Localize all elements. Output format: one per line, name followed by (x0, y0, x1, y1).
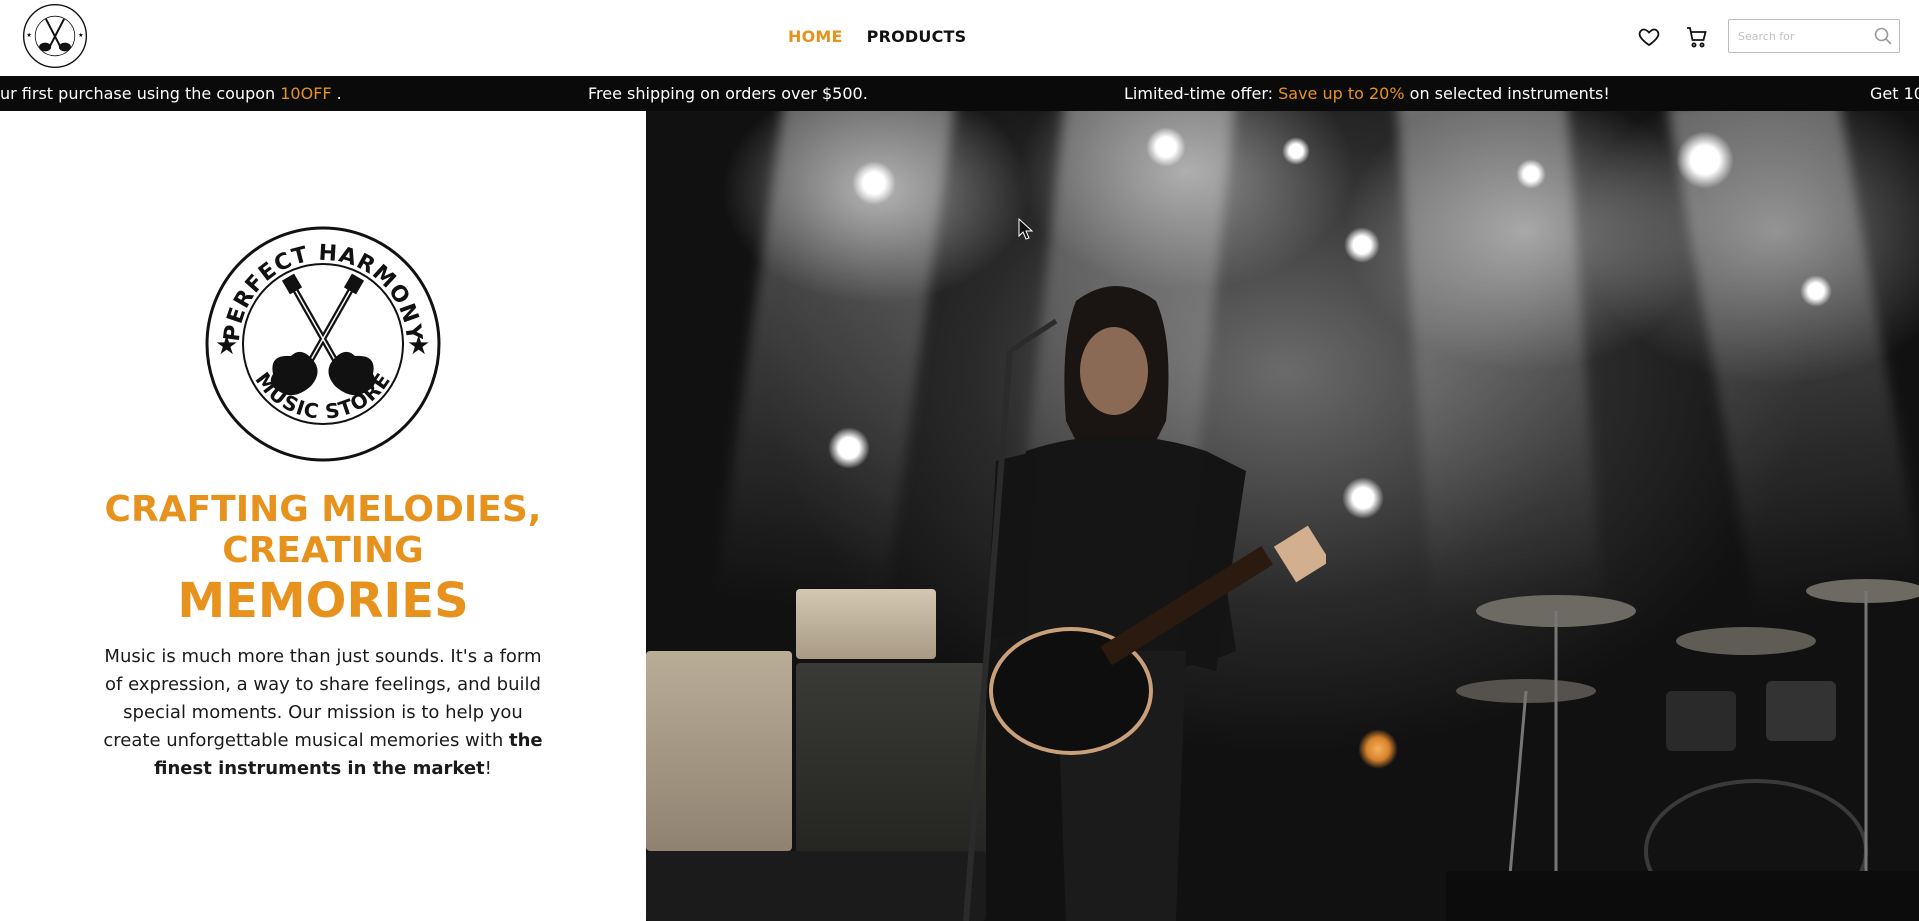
stage-spotlight (852, 161, 896, 205)
search-icon (1874, 27, 1892, 45)
stage-spotlight (1344, 227, 1380, 263)
svg-text:★: ★ (78, 32, 84, 39)
promo-offer-suffix: on selected instruments! (1409, 84, 1610, 103)
hero-description-text: Music is much more than just sounds. It'… (103, 646, 542, 751)
wishlist-button[interactable] (1637, 25, 1661, 49)
svg-text:★: ★ (215, 331, 238, 361)
mouse-cursor-icon (1018, 218, 1034, 240)
search-box (1728, 19, 1900, 53)
headline-line-2: CREATING (222, 530, 424, 572)
promo-coupon-code: 10OFF (280, 84, 332, 103)
stage-spotlight (1358, 729, 1398, 769)
stage-spotlight (1146, 127, 1186, 167)
guitarist-performer (963, 286, 1326, 921)
hero-concert-image (646, 111, 1919, 921)
hero-text-panel: PERFECT HARMONY MUSIC STORE ★ ★ CRAFTING… (0, 111, 646, 921)
cart-button[interactable] (1685, 25, 1709, 49)
store-logo-large: PERFECT HARMONY MUSIC STORE ★ ★ (205, 226, 441, 462)
heart-icon (1638, 28, 1660, 47)
stage-spotlight (1800, 275, 1832, 307)
hero-headline: CRAFTING MELODIES, CREATING MEMORIES (70, 489, 576, 629)
stage-spotlight (1282, 137, 1310, 165)
header-actions (1637, 23, 1709, 51)
promo-coupon-text: ur first purchase using the coupon (0, 84, 281, 103)
promo-shipping: Free shipping on orders over $500. (588, 84, 868, 103)
search-button[interactable] (1873, 26, 1893, 46)
headline-line-3: MEMORIES (177, 572, 469, 629)
nav-home[interactable]: HOME (788, 27, 843, 46)
drum-kit (1446, 579, 1919, 921)
stage-spotlight (1676, 131, 1734, 189)
amplifier (646, 651, 792, 851)
promo-offer: Limited-time offer: Save up to 20% on se… (1124, 84, 1610, 103)
promo-offer-highlight: Save up to 20% (1278, 84, 1405, 103)
promo-offer-prefix: Limited-time offer: (1124, 84, 1279, 103)
stage-spotlight (828, 427, 870, 469)
promo-next: Get 10 (1870, 84, 1919, 103)
promo-ticker: ur first purchase using the coupon 10OFF… (0, 76, 1919, 111)
hero-description-end: ! (484, 758, 492, 779)
promo-coupon-suffix: . (331, 84, 342, 103)
promo-coupon: ur first purchase using the coupon 10OFF… (0, 84, 342, 103)
headline-line-1: CRAFTING MELODIES, (104, 489, 542, 530)
main-nav: HOME PRODUCTS (788, 24, 966, 48)
hero-description: Music is much more than just sounds. It'… (98, 643, 548, 783)
svg-text:★: ★ (407, 331, 430, 361)
stage-spotlight (1342, 477, 1384, 519)
store-logo-link[interactable]: ★ ★ (22, 3, 88, 69)
cart-icon (1687, 27, 1707, 48)
svg-text:★: ★ (26, 32, 32, 39)
search-input[interactable] (1729, 20, 1869, 52)
nav-products[interactable]: PRODUCTS (867, 27, 967, 46)
store-logo-icon: ★ ★ (22, 3, 88, 69)
site-header: ★ ★ HOME PRODUCTS (0, 0, 1919, 76)
stage-spotlight (1516, 159, 1546, 189)
